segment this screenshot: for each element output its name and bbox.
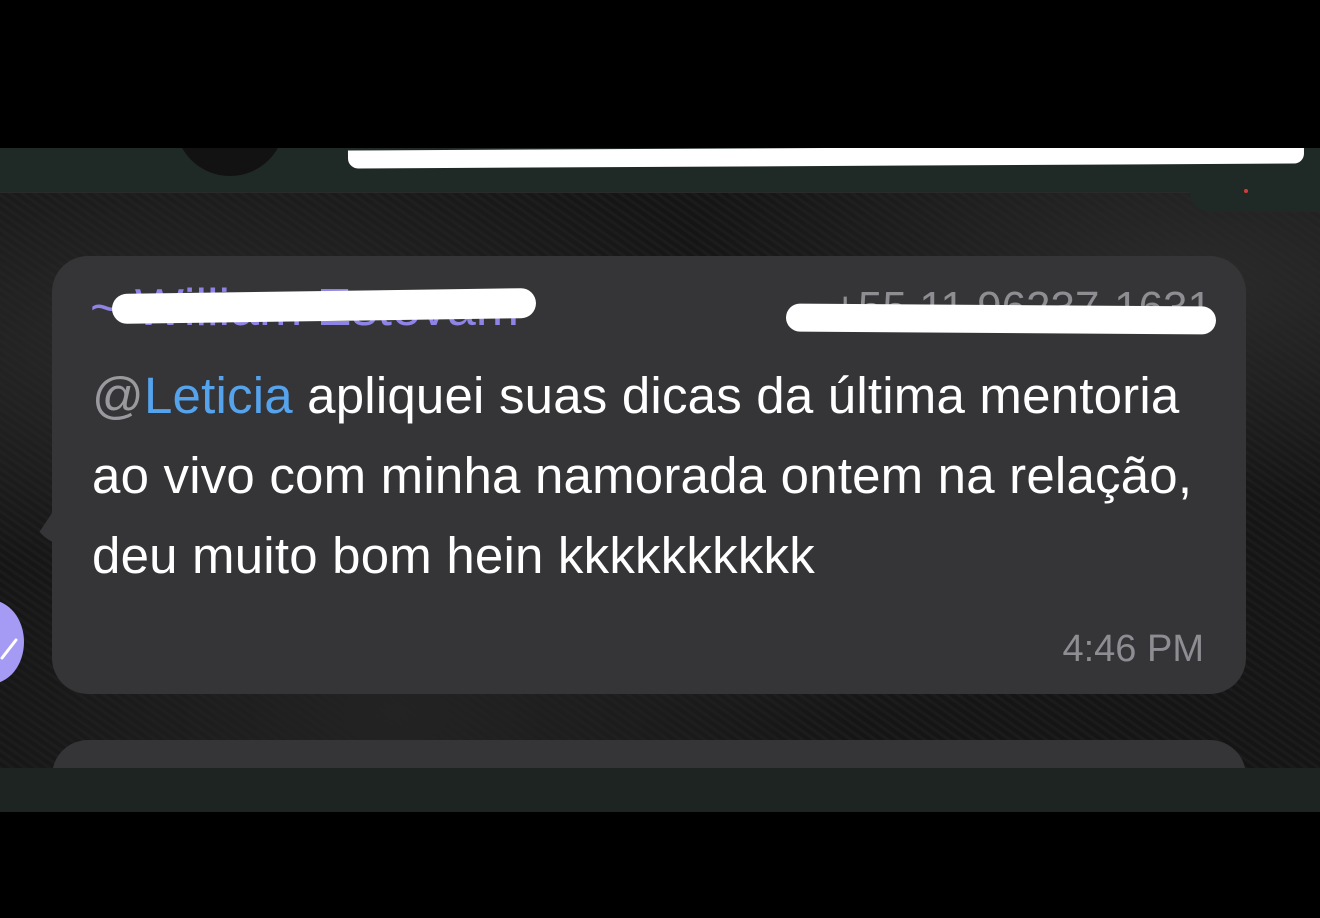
redaction-mark [347, 148, 1305, 169]
bottom-bar [0, 768, 1320, 812]
unread-dot [1244, 189, 1248, 193]
avatar-person-icon [0, 638, 18, 660]
previous-message-corner [1190, 192, 1320, 212]
previous-avatar [175, 148, 285, 176]
redaction-mark-phone [785, 303, 1217, 335]
message-timestamp: 4:46 PM [1062, 628, 1204, 670]
screenshot-frame: ~ William Estevam +55 11 96237-1631 @Let… [0, 0, 1320, 918]
message-text: @Leticia apliquei suas dicas da última m… [92, 356, 1202, 596]
mention-at-sign: @ [92, 367, 144, 424]
previous-message-partial[interactable] [0, 148, 1320, 193]
mention-link[interactable]: Leticia [144, 367, 293, 424]
redaction-mark-name [111, 288, 537, 324]
